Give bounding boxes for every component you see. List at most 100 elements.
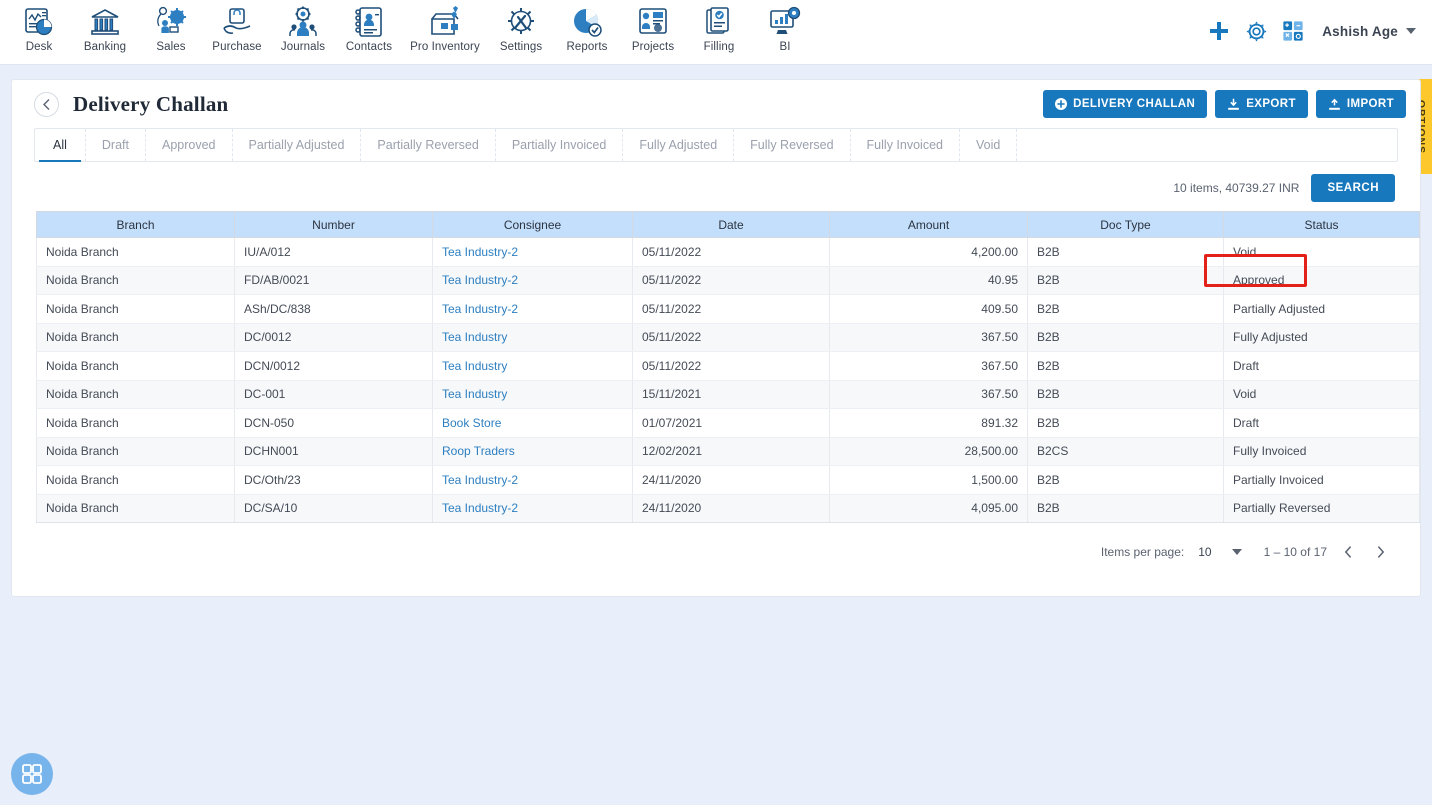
tab-label: Approved (162, 138, 216, 152)
nav-items: Desk Banking Sales Purchase Journals Con… (0, 0, 818, 53)
table-row[interactable]: Noida Branch DC-001 Tea Industry 15/11/2021… (36, 380, 1420, 409)
nav-item-reports[interactable]: Reports (554, 0, 620, 53)
cell-branch: Noida Branch (36, 380, 235, 409)
cell-doctype: B2B (1027, 237, 1224, 267)
cell-consignee[interactable]: Tea Industry (432, 351, 633, 381)
cell-consignee[interactable]: Tea Industry (432, 323, 633, 352)
tab-void[interactable]: Void (960, 129, 1018, 161)
cell-branch: Noida Branch (36, 465, 235, 495)
chevron-left-icon (1344, 546, 1351, 558)
tab-label: Fully Invoiced (866, 138, 943, 152)
plus-icon (1210, 22, 1229, 40)
add-button[interactable] (1207, 19, 1231, 43)
page-title: Delivery Challan (73, 91, 229, 116)
column-header-doctype[interactable]: Doc Type (1027, 211, 1224, 238)
nav-item-banking[interactable]: Banking (72, 0, 138, 53)
cell-doctype: B2CS (1027, 437, 1224, 466)
cell-status: Fully Invoiced (1223, 437, 1420, 466)
card-header: Delivery Challan DELIVERY CHALLAN EXPORT (12, 80, 1420, 128)
items-per-page-value[interactable]: 10 (1198, 545, 1211, 559)
nav-right-actions: Ashish Age (1207, 0, 1432, 62)
settings-button[interactable] (1245, 20, 1268, 43)
column-header-amount[interactable]: Amount (829, 211, 1028, 238)
tab-draft[interactable]: Draft (86, 129, 146, 161)
nav-label: Desk (25, 41, 53, 53)
sales-icon (157, 6, 186, 33)
search-strip: 10 items, 40739.27 INR SEARCH (12, 162, 1420, 211)
status-tabs: All Draft Approved Partially Adjusted Pa… (34, 128, 1398, 162)
column-header-status[interactable]: Status (1223, 211, 1420, 238)
paginator: Items per page: 10 1 – 10 of 17 (12, 523, 1420, 563)
table-row[interactable]: Noida Branch DCHN001 Roop Traders 12/02/202… (36, 437, 1420, 466)
table-row[interactable]: Noida Branch DCN-050 Book Store 01/07/2021 8… (36, 408, 1420, 438)
nav-item-settings[interactable]: Settings (488, 0, 554, 53)
nav-label: Sales (156, 41, 186, 53)
cell-consignee[interactable]: Book Store (432, 408, 633, 438)
cell-amount: 4,200.00 (829, 237, 1028, 267)
cell-consignee[interactable]: Tea Industry-2 (432, 294, 633, 324)
chevron-down-icon[interactable] (1231, 549, 1242, 555)
cell-consignee[interactable]: Tea Industry (432, 380, 633, 409)
nav-item-sales[interactable]: Sales (138, 0, 204, 53)
cell-doctype: B2B (1027, 408, 1224, 438)
items-summary: 10 items, 40739.27 INR (1173, 181, 1300, 195)
column-header-number[interactable]: Number (234, 211, 433, 238)
user-name: Ashish Age (1322, 23, 1398, 39)
import-button[interactable]: IMPORT (1315, 90, 1406, 118)
tab-fully-adjusted[interactable]: Fully Adjusted (623, 129, 735, 161)
previous-page-button[interactable] (1337, 541, 1359, 563)
tab-partially-reversed[interactable]: Partially Reversed (361, 129, 496, 161)
header-actions: DELIVERY CHALLAN EXPORT IMPORT (1043, 90, 1406, 118)
table-row[interactable]: Noida Branch DC/0012 Tea Industry 05/11/202… (36, 323, 1420, 352)
export-button-label: EXPORT (1246, 98, 1296, 110)
tab-label: Void (975, 138, 1001, 152)
cell-branch: Noida Branch (36, 437, 235, 466)
delivery-challan-button[interactable]: DELIVERY CHALLAN (1043, 90, 1208, 118)
search-button[interactable]: SEARCH (1311, 174, 1395, 202)
column-header-date[interactable]: Date (632, 211, 830, 238)
tab-fully-reversed[interactable]: Fully Reversed (734, 129, 851, 161)
cell-doctype: B2B (1027, 323, 1224, 352)
user-menu[interactable]: Ashish Age (1322, 24, 1416, 39)
download-icon (1228, 98, 1239, 110)
back-button[interactable] (34, 91, 59, 117)
nav-item-journals[interactable]: Journals (270, 0, 336, 53)
table-row[interactable]: Noida Branch IU/A/012 Tea Industry-2 05/11/… (36, 237, 1420, 267)
tab-partially-adjusted[interactable]: Partially Adjusted (233, 129, 362, 161)
chevron-left-icon (43, 98, 50, 110)
nav-item-filling[interactable]: Filling (686, 0, 752, 53)
cell-date: 05/11/2022 (632, 266, 830, 295)
cell-date: 05/11/2022 (632, 237, 830, 267)
cell-consignee[interactable]: Tea Industry-2 (432, 494, 633, 523)
column-header-branch[interactable]: Branch (36, 211, 235, 238)
tab-label: Fully Reversed (750, 138, 834, 152)
apps-launcher-button[interactable] (11, 753, 53, 795)
tab-partially-invoiced[interactable]: Partially Invoiced (496, 129, 624, 161)
tab-approved[interactable]: Approved (146, 129, 233, 161)
nav-item-purchase[interactable]: Purchase (204, 0, 270, 53)
table-row[interactable]: Noida Branch DCN/0012 Tea Industry 05/11/20… (36, 351, 1420, 381)
nav-item-contacts[interactable]: Contacts (336, 0, 402, 53)
cell-doctype: B2B (1027, 351, 1224, 381)
cell-consignee[interactable]: Roop Traders (432, 437, 633, 466)
export-button[interactable]: EXPORT (1215, 90, 1308, 118)
cell-status: Partially Adjusted (1223, 294, 1420, 324)
tab-fully-invoiced[interactable]: Fully Invoiced (851, 129, 960, 161)
cell-consignee[interactable]: Tea Industry-2 (432, 266, 633, 295)
nav-item-projects[interactable]: Projects (620, 0, 686, 53)
table-row[interactable]: Noida Branch DC/Oth/23 Tea Industry-2 24/11… (36, 465, 1420, 495)
import-button-label: IMPORT (1346, 98, 1394, 110)
table-row[interactable]: Noida Branch ASh/DC/838 Tea Industry-2 05/1… (36, 294, 1420, 324)
cell-consignee[interactable]: Tea Industry-2 (432, 465, 633, 495)
table-row[interactable]: Noida Branch DC/SA/10 Tea Industry-2 24/11/… (36, 494, 1420, 523)
column-header-consignee[interactable]: Consignee (432, 211, 633, 238)
nav-item-bi[interactable]: BI (752, 0, 818, 53)
tab-all[interactable]: All (35, 129, 86, 162)
cell-number: FD/AB/0021 (234, 266, 433, 295)
next-page-button[interactable] (1369, 541, 1391, 563)
cell-consignee[interactable]: Tea Industry-2 (432, 237, 633, 267)
calculator-button[interactable] (1282, 20, 1304, 42)
nav-item-pro-inventory[interactable]: Pro Inventory (402, 0, 488, 53)
table-row[interactable]: Noida Branch FD/AB/0021 Tea Industry-2 05/1… (36, 266, 1420, 295)
nav-item-desk[interactable]: Desk (6, 0, 72, 53)
